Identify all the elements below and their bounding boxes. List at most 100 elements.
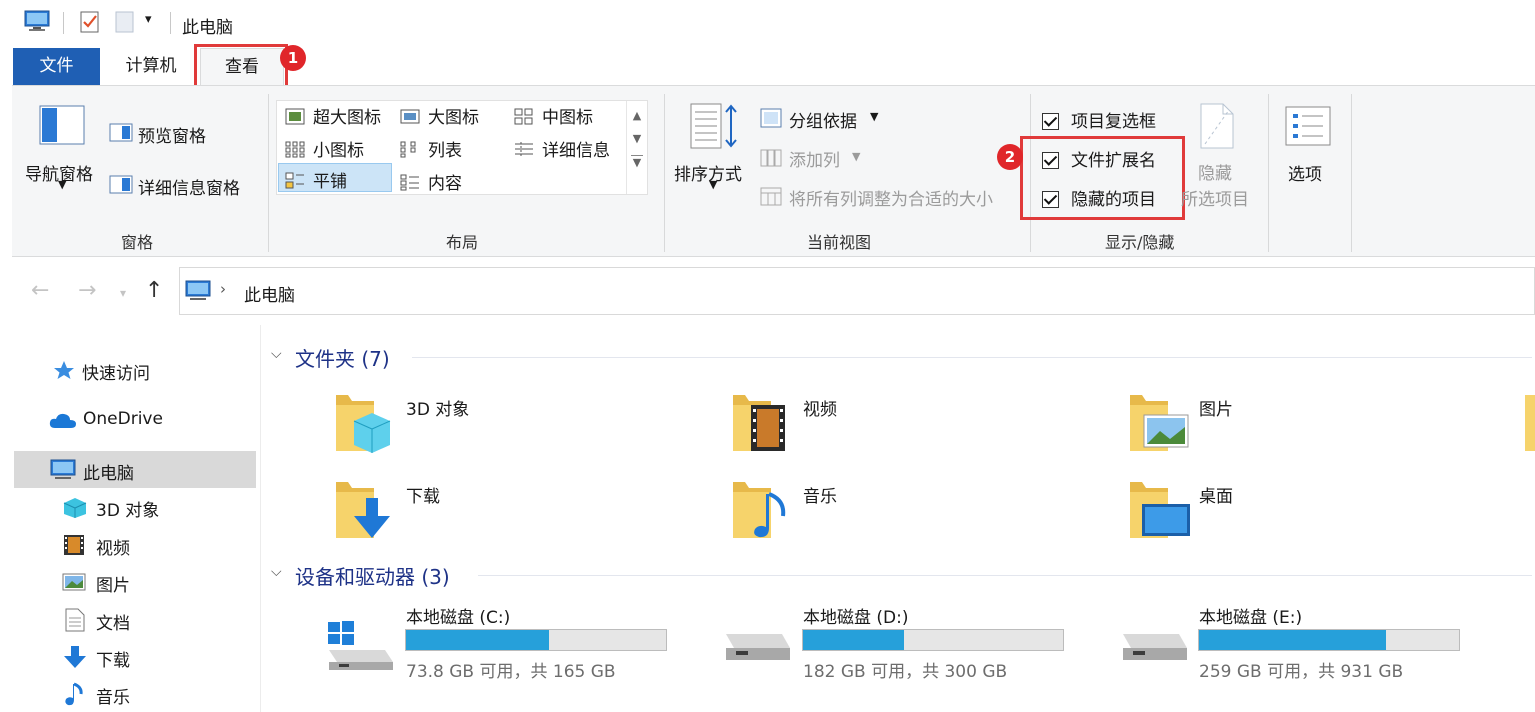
layout-large-icons[interactable]: 大图标 [400, 103, 479, 128]
layout-list[interactable]: 列表 [400, 136, 462, 161]
layout-content[interactable]: 内容 [400, 169, 462, 194]
folder-videos[interactable]: 视频 [803, 395, 837, 420]
preview-pane-icon [109, 123, 133, 142]
folder-music[interactable]: 音乐 [803, 482, 837, 507]
checkbox[interactable] [1042, 152, 1059, 169]
details-pane-icon [109, 175, 133, 194]
group-label-panes: 窗格 [121, 233, 154, 252]
3d-objects-folder-icon[interactable] [334, 389, 394, 457]
properties-icon[interactable] [79, 10, 101, 34]
layout-medium-icons[interactable]: 中图标 [514, 103, 593, 128]
system-drive-icon[interactable] [325, 620, 395, 672]
folder-pictures[interactable]: 图片 [1199, 395, 1233, 420]
nav-item-pictures[interactable]: 图片 [96, 571, 130, 596]
onedrive-icon [49, 413, 76, 428]
folder-desktop[interactable]: 桌面 [1199, 482, 1233, 507]
drive-d-name[interactable]: 本地磁盘 (D:) [803, 603, 909, 628]
chevron-down-icon: ▼ [870, 110, 879, 123]
step-badge-1: 1 [280, 45, 306, 71]
drive-c-usage-bar [405, 629, 667, 651]
music-icon [65, 682, 83, 706]
window-title: 此电脑 [182, 18, 233, 38]
list-icon [400, 141, 420, 158]
chevron-down-icon: ▼ [709, 178, 718, 191]
layout-details[interactable]: 详细信息 [514, 136, 610, 161]
title-bar: ▾ 此电脑 [0, 0, 1535, 46]
step-badge-2: 2 [997, 144, 1023, 170]
layout-tiles[interactable]: 平铺 [278, 163, 392, 192]
tab-computer[interactable]: 计算机 [108, 48, 194, 85]
nav-item-3d-objects[interactable]: 3D 对象 [96, 496, 159, 521]
sort-by-button[interactable]: 排序方式 [674, 160, 742, 185]
folder-downloads[interactable]: 下载 [406, 482, 440, 507]
back-arrow-icon[interactable]: ← [31, 278, 49, 303]
file-extensions-toggle[interactable]: 文件扩展名 [1042, 146, 1156, 171]
downloads-folder-icon[interactable] [334, 476, 394, 544]
group-label-show-hide: 显示/隐藏 [1105, 233, 1175, 252]
devices-section-header[interactable]: 设备和驱动器 (3) [295, 561, 450, 590]
add-column-button[interactable]: 添加列 [789, 146, 840, 171]
folder-3d-objects[interactable]: 3D 对象 [406, 395, 469, 420]
nav-item-this-pc[interactable]: 此电脑 [83, 459, 134, 484]
item-checkboxes-toggle[interactable]: 项目复选框 [1042, 107, 1156, 132]
options-button[interactable]: 选项 [1288, 160, 1322, 185]
address-path[interactable]: 此电脑 [244, 281, 295, 306]
checkbox[interactable] [1042, 191, 1059, 208]
hide-selected-label-1[interactable]: 隐藏 [1198, 159, 1232, 184]
layout-gallery-scroll[interactable]: ▲ ▼ ▼ [626, 101, 647, 194]
customize-quick-access-icon[interactable]: ▾ [145, 12, 152, 27]
scroll-down-icon[interactable]: ▼ [627, 132, 647, 145]
collapse-devices-icon[interactable]: ⌵ [271, 564, 282, 580]
folders-section-header[interactable]: 文件夹 (7) [295, 343, 390, 372]
collapse-folders-icon[interactable]: ⌵ [271, 346, 282, 362]
3d-objects-icon [63, 498, 87, 518]
music-folder-icon[interactable] [731, 476, 791, 544]
new-folder-icon[interactable] [114, 10, 136, 34]
drive-d-free-space: 182 GB 可用，共 300 GB [803, 662, 1008, 682]
hidden-items-toggle[interactable]: 隐藏的项目 [1042, 185, 1156, 210]
content-icon [400, 174, 420, 191]
hide-selected-label-2[interactable]: 所选项目 [1181, 185, 1249, 210]
drive-c-free-space: 73.8 GB 可用，共 165 GB [406, 662, 616, 682]
sort-by-icon[interactable] [689, 102, 739, 152]
drive-d-usage-bar [802, 629, 1064, 651]
options-icon[interactable] [1285, 106, 1331, 146]
nav-item-onedrive[interactable]: OneDrive [83, 409, 163, 429]
documents-folder-icon[interactable] [1525, 389, 1535, 457]
group-by-button[interactable]: 分组依据 [789, 107, 857, 132]
desktop-folder-icon[interactable] [1128, 476, 1192, 544]
layout-extra-large-icons[interactable]: 超大图标 [285, 103, 381, 128]
up-arrow-icon[interactable]: ↑ [145, 278, 163, 303]
nav-item-quick-access[interactable]: 快速访问 [82, 359, 150, 384]
navigation-pane-icon[interactable] [39, 105, 85, 145]
nav-item-music[interactable]: 音乐 [96, 683, 130, 708]
layout-small-icons[interactable]: 小图标 [285, 136, 364, 161]
drive-e-name[interactable]: 本地磁盘 (E:) [1199, 603, 1302, 628]
fit-columns-button[interactable]: 将所有列调整为合适的大小 [789, 185, 993, 210]
scroll-up-icon[interactable]: ▲ [627, 109, 647, 122]
pictures-folder-icon[interactable] [1128, 389, 1190, 457]
nav-item-videos[interactable]: 视频 [96, 534, 130, 559]
drive-d-icon[interactable] [722, 632, 792, 672]
details-pane-button[interactable]: 详细信息窗格 [138, 174, 240, 199]
preview-pane-button[interactable]: 预览窗格 [138, 122, 206, 147]
small-icons-icon [285, 141, 305, 158]
expand-gallery-icon[interactable]: ▼ [631, 155, 643, 169]
tab-file[interactable]: 文件 [13, 48, 100, 85]
forward-arrow-icon[interactable]: → [78, 278, 96, 303]
downloads-icon [64, 646, 86, 668]
tab-view[interactable]: 查看 [200, 48, 284, 85]
nav-item-documents[interactable]: 文档 [96, 609, 130, 634]
videos-folder-icon[interactable] [731, 389, 791, 457]
drive-e-usage-fill [1199, 630, 1387, 650]
address-bar[interactable]: › 此电脑 [179, 267, 1535, 315]
chevron-right-icon[interactable]: › [220, 280, 226, 298]
tiles-icon [285, 172, 305, 189]
recent-locations-icon[interactable]: ▾ [120, 286, 126, 300]
checkbox[interactable] [1042, 113, 1059, 130]
drive-c-name[interactable]: 本地磁盘 (C:) [406, 603, 510, 628]
details-icon [514, 141, 534, 158]
nav-item-downloads[interactable]: 下载 [96, 646, 130, 671]
drive-e-icon[interactable] [1119, 632, 1189, 672]
this-pc-icon [24, 10, 50, 31]
